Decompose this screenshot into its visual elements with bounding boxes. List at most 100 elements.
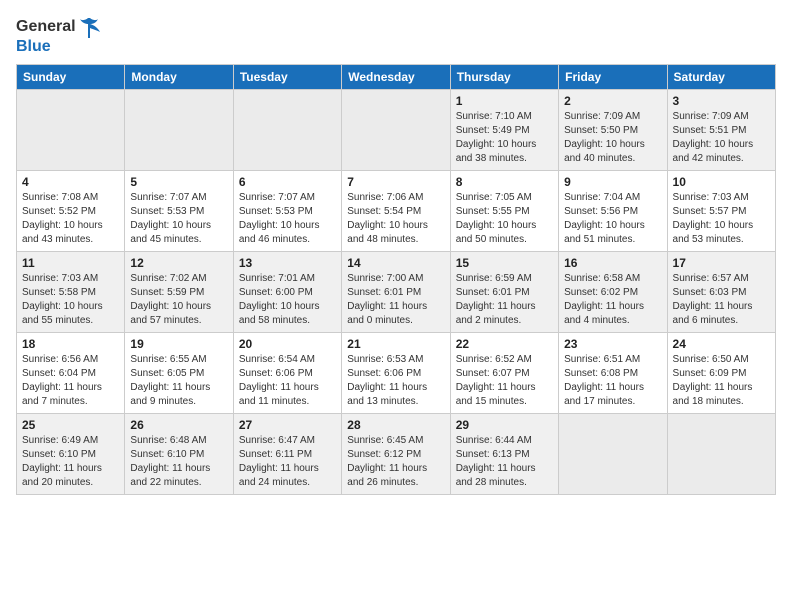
day-number: 2 [564,94,661,108]
day-info: Sunrise: 7:05 AM Sunset: 5:55 PM Dayligh… [456,191,553,247]
day-info: Sunrise: 6:54 AM Sunset: 6:06 PM Dayligh… [239,353,336,409]
day-info: Sunrise: 7:00 AM Sunset: 6:01 PM Dayligh… [347,272,444,328]
header-monday: Monday [125,64,233,89]
calendar-cell: 21 Sunrise: 6:53 AM Sunset: 6:06 PM Dayli… [342,332,450,413]
calendar-cell: 15Sunrise: 6:59 AM Sunset: 6:01 PM Dayli… [450,251,558,332]
day-number: 18 [22,337,119,351]
calendar-cell [667,413,775,494]
calendar-table: SundayMondayTuesdayWednesdayThursdayFrid… [16,64,776,495]
day-number: 28 [347,418,444,432]
day-number: 23 [564,337,661,351]
day-number: 29 [456,418,553,432]
calendar-cell: 18 Sunrise: 6:56 AM Sunset: 6:04 PM Dayli… [17,332,125,413]
header-tuesday: Tuesday [233,64,341,89]
day-info: Sunrise: 6:55 AM Sunset: 6:05 PM Dayligh… [130,353,227,409]
day-number: 25 [22,418,119,432]
day-number: 12 [130,256,227,270]
day-number: 1 [456,94,553,108]
header-thursday: Thursday [450,64,558,89]
day-info: Sunrise: 6:56 AM Sunset: 6:04 PM Dayligh… [22,353,119,409]
calendar-cell: 20 Sunrise: 6:54 AM Sunset: 6:06 PM Dayli… [233,332,341,413]
day-info: Sunrise: 7:09 AM Sunset: 5:50 PM Dayligh… [564,110,661,166]
header-sunday: Sunday [17,64,125,89]
calendar-cell [342,89,450,170]
week-row-1: 1 Sunrise: 7:10 AM Sunset: 5:49 PM Daylig… [17,89,776,170]
day-info: Sunrise: 6:49 AM Sunset: 6:10 PM Dayligh… [22,434,119,490]
day-number: 10 [673,175,770,189]
day-number: 27 [239,418,336,432]
day-number: 6 [239,175,336,189]
calendar-cell: 17 Sunrise: 6:57 AM Sunset: 6:03 PM Dayli… [667,251,775,332]
day-info: Sunrise: 6:59 AM Sunset: 6:01 PM Dayligh… [456,272,553,328]
day-info: Sunrise: 6:57 AM Sunset: 6:03 PM Dayligh… [673,272,770,328]
day-number: 9 [564,175,661,189]
day-info: Sunrise: 7:10 AM Sunset: 5:49 PM Dayligh… [456,110,553,166]
calendar-cell: 14Sunrise: 7:00 AM Sunset: 6:01 PM Dayli… [342,251,450,332]
day-info: Sunrise: 6:45 AM Sunset: 6:12 PM Dayligh… [347,434,444,490]
day-info: Sunrise: 6:44 AM Sunset: 6:13 PM Dayligh… [456,434,553,490]
calendar-cell: 23 Sunrise: 6:51 AM Sunset: 6:08 PM Dayli… [559,332,667,413]
calendar-cell: 4 Sunrise: 7:08 AM Sunset: 5:52 PM Daylig… [17,170,125,251]
day-info: Sunrise: 6:50 AM Sunset: 6:09 PM Dayligh… [673,353,770,409]
week-row-2: 4 Sunrise: 7:08 AM Sunset: 5:52 PM Daylig… [17,170,776,251]
day-number: 16 [564,256,661,270]
logo-bird-icon [78,16,100,38]
day-info: Sunrise: 6:53 AM Sunset: 6:06 PM Dayligh… [347,353,444,409]
day-info: Sunrise: 7:08 AM Sunset: 5:52 PM Dayligh… [22,191,119,247]
logo: General Blue [16,16,100,56]
week-row-4: 18 Sunrise: 6:56 AM Sunset: 6:04 PM Dayli… [17,332,776,413]
logo-blue: Blue [16,38,100,56]
day-number: 4 [22,175,119,189]
week-row-3: 11 Sunrise: 7:03 AM Sunset: 5:58 PM Dayli… [17,251,776,332]
day-number: 26 [130,418,227,432]
day-info: Sunrise: 6:47 AM Sunset: 6:11 PM Dayligh… [239,434,336,490]
calendar-cell: 22Sunrise: 6:52 AM Sunset: 6:07 PM Dayli… [450,332,558,413]
day-info: Sunrise: 7:04 AM Sunset: 5:56 PM Dayligh… [564,191,661,247]
calendar-cell: 5 Sunrise: 7:07 AM Sunset: 5:53 PM Daylig… [125,170,233,251]
calendar-cell: 3Sunrise: 7:09 AM Sunset: 5:51 PM Daylig… [667,89,775,170]
day-info: Sunrise: 7:03 AM Sunset: 5:57 PM Dayligh… [673,191,770,247]
calendar-cell [17,89,125,170]
day-number: 24 [673,337,770,351]
calendar-cell: 19 Sunrise: 6:55 AM Sunset: 6:05 PM Dayli… [125,332,233,413]
day-number: 8 [456,175,553,189]
day-info: Sunrise: 6:51 AM Sunset: 6:08 PM Dayligh… [564,353,661,409]
week-row-5: 25 Sunrise: 6:49 AM Sunset: 6:10 PM Dayli… [17,413,776,494]
day-number: 5 [130,175,227,189]
day-info: Sunrise: 7:07 AM Sunset: 5:53 PM Dayligh… [239,191,336,247]
header-saturday: Saturday [667,64,775,89]
calendar-cell [559,413,667,494]
calendar-cell [233,89,341,170]
header-friday: Friday [559,64,667,89]
header-row: SundayMondayTuesdayWednesdayThursdayFrid… [17,64,776,89]
page-header: General Blue [16,16,776,56]
day-number: 17 [673,256,770,270]
calendar-cell: 7 Sunrise: 7:06 AM Sunset: 5:54 PM Daylig… [342,170,450,251]
day-info: Sunrise: 6:48 AM Sunset: 6:10 PM Dayligh… [130,434,227,490]
logo-general: General [16,18,76,36]
calendar-cell: 2 Sunrise: 7:09 AM Sunset: 5:50 PM Daylig… [559,89,667,170]
header-wednesday: Wednesday [342,64,450,89]
day-info: Sunrise: 6:58 AM Sunset: 6:02 PM Dayligh… [564,272,661,328]
calendar-cell: 8 Sunrise: 7:05 AM Sunset: 5:55 PM Daylig… [450,170,558,251]
day-info: Sunrise: 6:52 AM Sunset: 6:07 PM Dayligh… [456,353,553,409]
calendar-cell: 28 Sunrise: 6:45 AM Sunset: 6:12 PM Dayli… [342,413,450,494]
calendar-cell: 13Sunrise: 7:01 AM Sunset: 6:00 PM Dayli… [233,251,341,332]
day-info: Sunrise: 7:02 AM Sunset: 5:59 PM Dayligh… [130,272,227,328]
calendar-cell: 10 Sunrise: 7:03 AM Sunset: 5:57 PM Dayli… [667,170,775,251]
day-number: 19 [130,337,227,351]
day-number: 7 [347,175,444,189]
calendar-cell: 27 Sunrise: 6:47 AM Sunset: 6:11 PM Dayli… [233,413,341,494]
day-info: Sunrise: 7:03 AM Sunset: 5:58 PM Dayligh… [22,272,119,328]
calendar-cell: 9 Sunrise: 7:04 AM Sunset: 5:56 PM Daylig… [559,170,667,251]
day-info: Sunrise: 7:07 AM Sunset: 5:53 PM Dayligh… [130,191,227,247]
day-number: 21 [347,337,444,351]
day-info: Sunrise: 7:06 AM Sunset: 5:54 PM Dayligh… [347,191,444,247]
calendar-cell: 24 Sunrise: 6:50 AM Sunset: 6:09 PM Dayli… [667,332,775,413]
calendar-cell: 16 Sunrise: 6:58 AM Sunset: 6:02 PM Dayli… [559,251,667,332]
calendar-cell: 6 Sunrise: 7:07 AM Sunset: 5:53 PM Daylig… [233,170,341,251]
day-number: 3 [673,94,770,108]
day-number: 20 [239,337,336,351]
calendar-cell [125,89,233,170]
day-number: 11 [22,256,119,270]
